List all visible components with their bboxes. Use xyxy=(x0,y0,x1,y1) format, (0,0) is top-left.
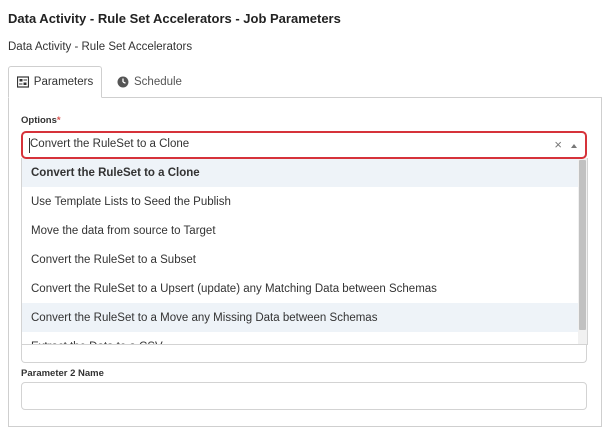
options-label: Options* xyxy=(21,115,61,126)
dropdown-option-extract-csv[interactable]: Extract the Data to a CSV xyxy=(22,332,579,345)
clock-icon xyxy=(117,76,129,88)
options-dropdown: Convert the RuleSet to a Clone Use Templ… xyxy=(21,158,588,345)
required-marker: * xyxy=(56,115,61,126)
dropdown-option-subset[interactable]: Convert the RuleSet to a Subset xyxy=(22,245,579,274)
dropdown-option-upsert[interactable]: Convert the RuleSet to a Upsert (update)… xyxy=(22,274,579,303)
dropdown-option-move-missing[interactable]: Convert the RuleSet to a Move any Missin… xyxy=(22,303,579,332)
dropdown-scrollbar[interactable] xyxy=(578,158,587,344)
scrollbar-thumb[interactable] xyxy=(579,160,586,330)
page-title: Data Activity - Rule Set Accelerators - … xyxy=(8,11,341,26)
tab-parameters[interactable]: Parameters xyxy=(8,66,102,98)
options-selected-value: Convert the RuleSet to a Clone xyxy=(30,138,190,150)
parameter2-label: Parameter 2 Name xyxy=(21,368,104,379)
tab-label: Schedule xyxy=(134,76,182,88)
tab-schedule[interactable]: Schedule xyxy=(114,66,194,98)
chevron-up-icon[interactable] xyxy=(571,144,577,148)
clear-icon[interactable]: × xyxy=(554,137,562,152)
parameters-icon xyxy=(16,76,29,88)
parameter2-input[interactable] xyxy=(21,382,587,410)
obscured-input-field[interactable] xyxy=(21,343,587,363)
dropdown-option-clone[interactable]: Convert the RuleSet to a Clone xyxy=(22,158,579,187)
dropdown-option-template-lists[interactable]: Use Template Lists to Seed the Publish xyxy=(22,187,579,216)
page-subtitle: Data Activity - Rule Set Accelerators xyxy=(8,41,193,53)
tab-bar: Parameters Schedule xyxy=(8,66,602,98)
dropdown-option-move-data[interactable]: Move the data from source to Target xyxy=(22,216,579,245)
tab-label: Parameters xyxy=(33,76,94,88)
options-select[interactable]: Convert the RuleSet to a Clone × xyxy=(21,131,587,159)
